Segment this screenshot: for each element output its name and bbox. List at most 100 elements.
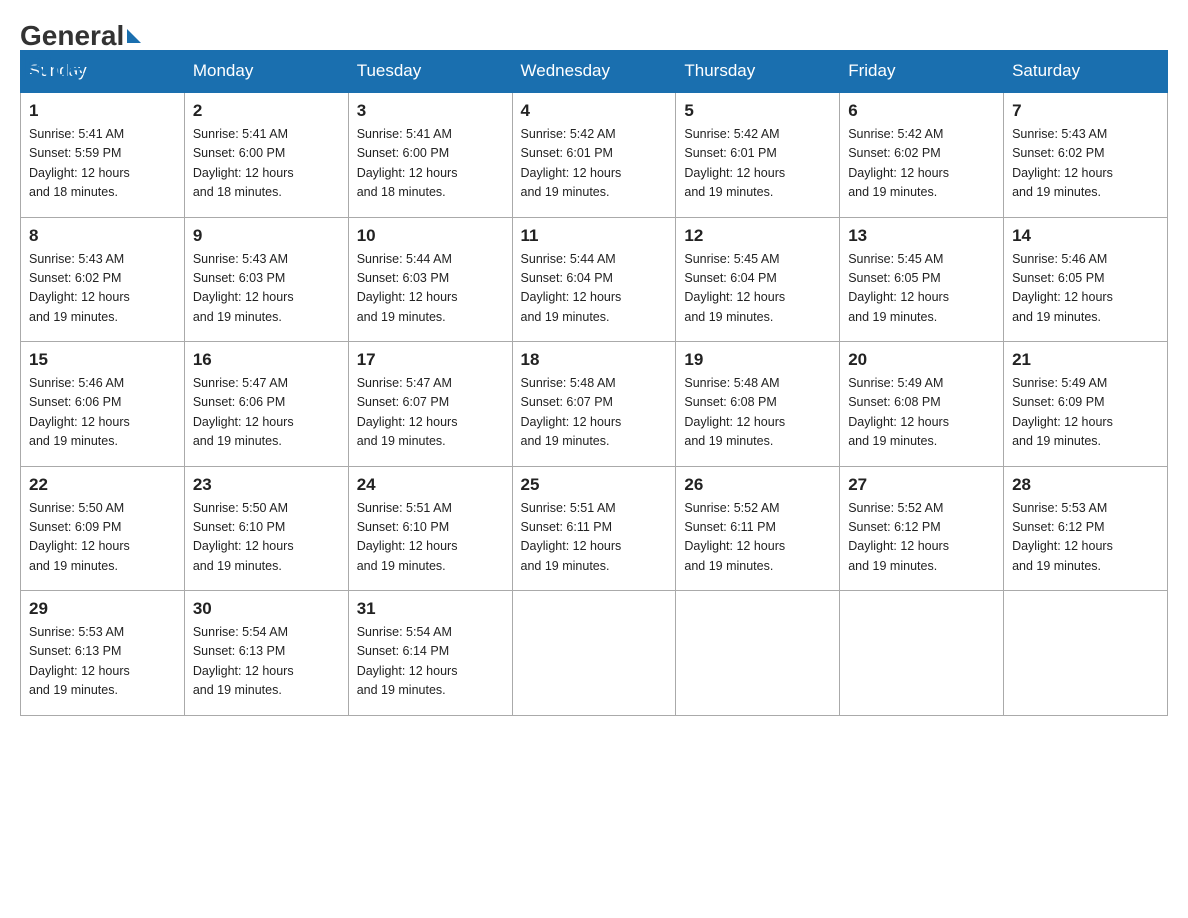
- day-info: Sunrise: 5:43 AMSunset: 6:03 PMDaylight:…: [193, 252, 294, 324]
- day-info: Sunrise: 5:45 AMSunset: 6:05 PMDaylight:…: [848, 252, 949, 324]
- day-info: Sunrise: 5:54 AMSunset: 6:14 PMDaylight:…: [357, 625, 458, 697]
- day-number: 31: [357, 599, 504, 619]
- day-number: 30: [193, 599, 340, 619]
- day-info: Sunrise: 5:54 AMSunset: 6:13 PMDaylight:…: [193, 625, 294, 697]
- day-number: 3: [357, 101, 504, 121]
- header-thursday: Thursday: [676, 51, 840, 93]
- header-row: SundayMondayTuesdayWednesdayThursdayFrid…: [21, 51, 1168, 93]
- calendar-cell: [1004, 591, 1168, 716]
- header-tuesday: Tuesday: [348, 51, 512, 93]
- day-info: Sunrise: 5:48 AMSunset: 6:07 PMDaylight:…: [521, 376, 622, 448]
- day-info: Sunrise: 5:51 AMSunset: 6:11 PMDaylight:…: [521, 501, 622, 573]
- day-info: Sunrise: 5:49 AMSunset: 6:08 PMDaylight:…: [848, 376, 949, 448]
- calendar-cell: [512, 591, 676, 716]
- calendar-cell: [840, 591, 1004, 716]
- logo-line1: General: [20, 20, 141, 52]
- calendar-cell: 19 Sunrise: 5:48 AMSunset: 6:08 PMDaylig…: [676, 342, 840, 467]
- day-info: Sunrise: 5:47 AMSunset: 6:07 PMDaylight:…: [357, 376, 458, 448]
- header-wednesday: Wednesday: [512, 51, 676, 93]
- calendar-body: 1 Sunrise: 5:41 AMSunset: 5:59 PMDayligh…: [21, 92, 1168, 715]
- day-info: Sunrise: 5:44 AMSunset: 6:03 PMDaylight:…: [357, 252, 458, 324]
- day-number: 16: [193, 350, 340, 370]
- logo-general: General: [20, 20, 124, 52]
- day-number: 22: [29, 475, 176, 495]
- day-number: 20: [848, 350, 995, 370]
- day-info: Sunrise: 5:42 AMSunset: 6:01 PMDaylight:…: [521, 127, 622, 199]
- calendar-header: SundayMondayTuesdayWednesdayThursdayFrid…: [21, 51, 1168, 93]
- week-row-3: 15 Sunrise: 5:46 AMSunset: 6:06 PMDaylig…: [21, 342, 1168, 467]
- day-info: Sunrise: 5:50 AMSunset: 6:09 PMDaylight:…: [29, 501, 130, 573]
- day-number: 17: [357, 350, 504, 370]
- calendar-cell: 27 Sunrise: 5:52 AMSunset: 6:12 PMDaylig…: [840, 466, 1004, 591]
- day-info: Sunrise: 5:41 AMSunset: 6:00 PMDaylight:…: [193, 127, 294, 199]
- calendar-cell: 11 Sunrise: 5:44 AMSunset: 6:04 PMDaylig…: [512, 217, 676, 342]
- calendar-cell: 25 Sunrise: 5:51 AMSunset: 6:11 PMDaylig…: [512, 466, 676, 591]
- day-info: Sunrise: 5:53 AMSunset: 6:12 PMDaylight:…: [1012, 501, 1113, 573]
- logo-line2: Blue: [20, 52, 141, 84]
- header-saturday: Saturday: [1004, 51, 1168, 93]
- calendar-cell: 5 Sunrise: 5:42 AMSunset: 6:01 PMDayligh…: [676, 92, 840, 217]
- calendar-cell: 1 Sunrise: 5:41 AMSunset: 5:59 PMDayligh…: [21, 92, 185, 217]
- day-number: 25: [521, 475, 668, 495]
- day-number: 10: [357, 226, 504, 246]
- calendar-cell: 29 Sunrise: 5:53 AMSunset: 6:13 PMDaylig…: [21, 591, 185, 716]
- day-info: Sunrise: 5:44 AMSunset: 6:04 PMDaylight:…: [521, 252, 622, 324]
- day-info: Sunrise: 5:41 AMSunset: 6:00 PMDaylight:…: [357, 127, 458, 199]
- calendar-cell: 9 Sunrise: 5:43 AMSunset: 6:03 PMDayligh…: [184, 217, 348, 342]
- day-info: Sunrise: 5:52 AMSunset: 6:11 PMDaylight:…: [684, 501, 785, 573]
- calendar-cell: 13 Sunrise: 5:45 AMSunset: 6:05 PMDaylig…: [840, 217, 1004, 342]
- day-info: Sunrise: 5:43 AMSunset: 6:02 PMDaylight:…: [1012, 127, 1113, 199]
- day-info: Sunrise: 5:50 AMSunset: 6:10 PMDaylight:…: [193, 501, 294, 573]
- calendar-cell: 31 Sunrise: 5:54 AMSunset: 6:14 PMDaylig…: [348, 591, 512, 716]
- week-row-2: 8 Sunrise: 5:43 AMSunset: 6:02 PMDayligh…: [21, 217, 1168, 342]
- calendar-cell: 3 Sunrise: 5:41 AMSunset: 6:00 PMDayligh…: [348, 92, 512, 217]
- calendar-cell: 26 Sunrise: 5:52 AMSunset: 6:11 PMDaylig…: [676, 466, 840, 591]
- day-number: 21: [1012, 350, 1159, 370]
- day-info: Sunrise: 5:41 AMSunset: 5:59 PMDaylight:…: [29, 127, 130, 199]
- day-number: 6: [848, 101, 995, 121]
- day-info: Sunrise: 5:46 AMSunset: 6:06 PMDaylight:…: [29, 376, 130, 448]
- calendar-cell: 4 Sunrise: 5:42 AMSunset: 6:01 PMDayligh…: [512, 92, 676, 217]
- calendar-cell: 18 Sunrise: 5:48 AMSunset: 6:07 PMDaylig…: [512, 342, 676, 467]
- calendar-cell: 7 Sunrise: 5:43 AMSunset: 6:02 PMDayligh…: [1004, 92, 1168, 217]
- header-monday: Monday: [184, 51, 348, 93]
- header-friday: Friday: [840, 51, 1004, 93]
- calendar-cell: 6 Sunrise: 5:42 AMSunset: 6:02 PMDayligh…: [840, 92, 1004, 217]
- calendar-table: SundayMondayTuesdayWednesdayThursdayFrid…: [20, 50, 1168, 716]
- day-number: 9: [193, 226, 340, 246]
- week-row-4: 22 Sunrise: 5:50 AMSunset: 6:09 PMDaylig…: [21, 466, 1168, 591]
- day-number: 14: [1012, 226, 1159, 246]
- calendar-cell: 30 Sunrise: 5:54 AMSunset: 6:13 PMDaylig…: [184, 591, 348, 716]
- day-number: 24: [357, 475, 504, 495]
- day-number: 27: [848, 475, 995, 495]
- day-number: 12: [684, 226, 831, 246]
- day-number: 19: [684, 350, 831, 370]
- day-info: Sunrise: 5:42 AMSunset: 6:02 PMDaylight:…: [848, 127, 949, 199]
- day-number: 13: [848, 226, 995, 246]
- day-info: Sunrise: 5:45 AMSunset: 6:04 PMDaylight:…: [684, 252, 785, 324]
- week-row-5: 29 Sunrise: 5:53 AMSunset: 6:13 PMDaylig…: [21, 591, 1168, 716]
- calendar-cell: 12 Sunrise: 5:45 AMSunset: 6:04 PMDaylig…: [676, 217, 840, 342]
- calendar-cell: 15 Sunrise: 5:46 AMSunset: 6:06 PMDaylig…: [21, 342, 185, 467]
- day-number: 28: [1012, 475, 1159, 495]
- day-number: 5: [684, 101, 831, 121]
- day-number: 26: [684, 475, 831, 495]
- day-info: Sunrise: 5:53 AMSunset: 6:13 PMDaylight:…: [29, 625, 130, 697]
- calendar-cell: 17 Sunrise: 5:47 AMSunset: 6:07 PMDaylig…: [348, 342, 512, 467]
- calendar-cell: 22 Sunrise: 5:50 AMSunset: 6:09 PMDaylig…: [21, 466, 185, 591]
- day-info: Sunrise: 5:52 AMSunset: 6:12 PMDaylight:…: [848, 501, 949, 573]
- day-number: 29: [29, 599, 176, 619]
- calendar-cell: 14 Sunrise: 5:46 AMSunset: 6:05 PMDaylig…: [1004, 217, 1168, 342]
- day-number: 1: [29, 101, 176, 121]
- calendar-cell: 28 Sunrise: 5:53 AMSunset: 6:12 PMDaylig…: [1004, 466, 1168, 591]
- calendar-cell: [676, 591, 840, 716]
- day-number: 15: [29, 350, 176, 370]
- day-number: 4: [521, 101, 668, 121]
- day-number: 11: [521, 226, 668, 246]
- day-number: 8: [29, 226, 176, 246]
- day-info: Sunrise: 5:42 AMSunset: 6:01 PMDaylight:…: [684, 127, 785, 199]
- day-info: Sunrise: 5:51 AMSunset: 6:10 PMDaylight:…: [357, 501, 458, 573]
- day-info: Sunrise: 5:46 AMSunset: 6:05 PMDaylight:…: [1012, 252, 1113, 324]
- calendar-cell: 10 Sunrise: 5:44 AMSunset: 6:03 PMDaylig…: [348, 217, 512, 342]
- day-info: Sunrise: 5:47 AMSunset: 6:06 PMDaylight:…: [193, 376, 294, 448]
